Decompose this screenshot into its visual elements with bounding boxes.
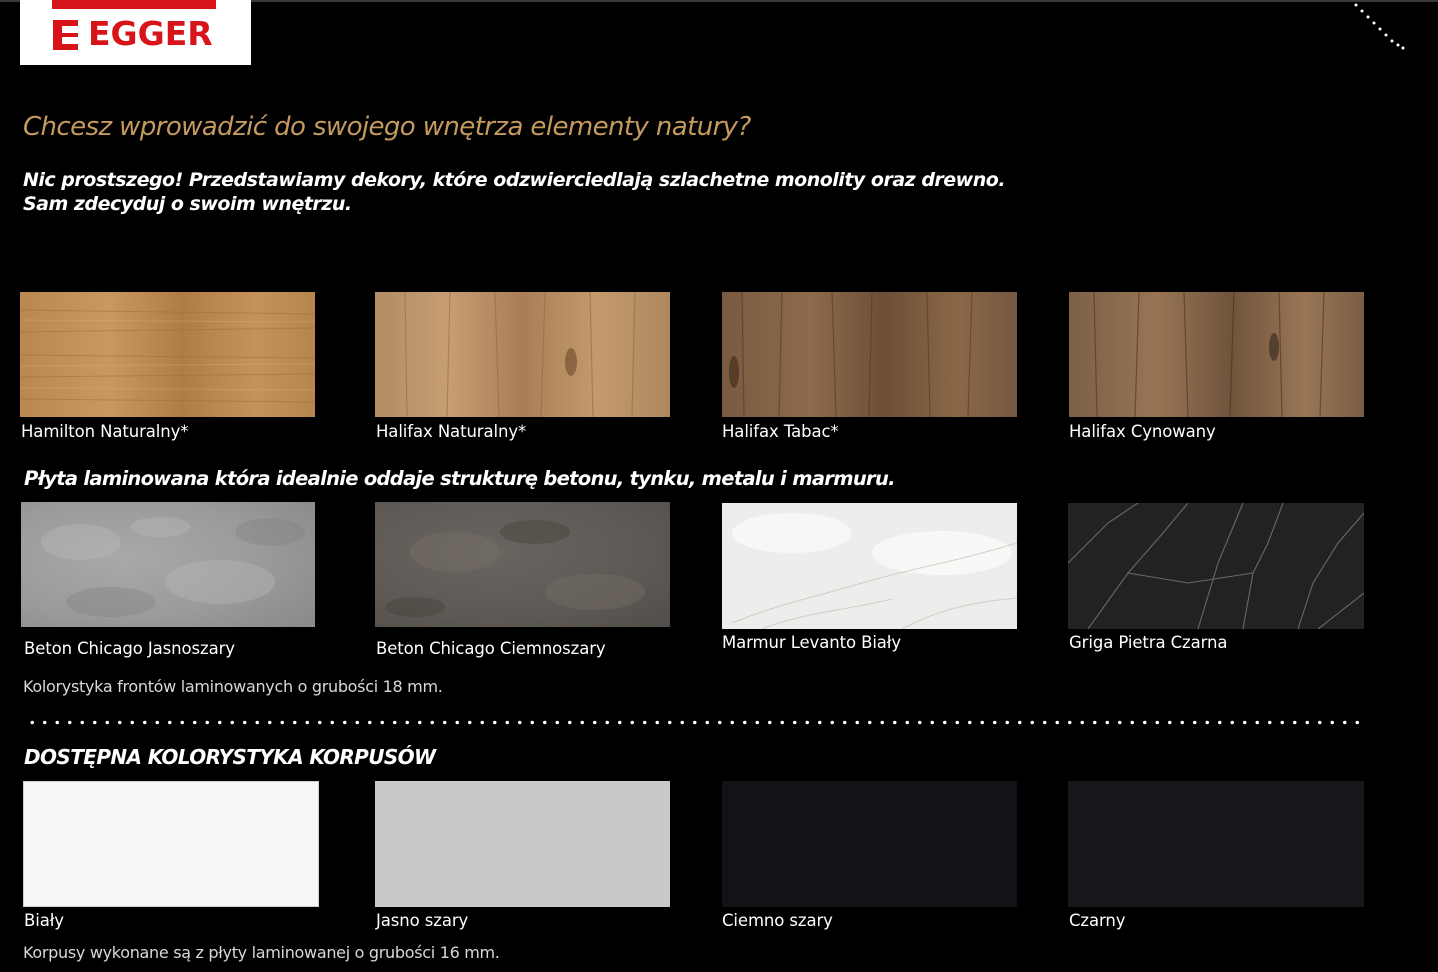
page-headline: Chcesz wprowadzić do swojego wnętrza ele…	[23, 112, 751, 142]
korpus-label-4: Czarny	[1069, 911, 1126, 930]
swatch-halifax-tabac	[722, 292, 1017, 417]
intro-line-2: Sam zdecyduj o swoim wnętrzu.	[23, 193, 352, 215]
stone-label-2: Beton Chicago Ciemnoszary	[376, 639, 606, 658]
swatch-bialy	[23, 781, 319, 907]
korpus-label-3: Ciemno szary	[722, 911, 833, 930]
wood-label-2: Halifax Naturalny*	[376, 422, 527, 441]
stone-section-heading: Płyta laminowana która idealnie oddaje s…	[24, 467, 896, 490]
wood-label-4: Halifax Cynowany	[1069, 422, 1216, 441]
korpus-label-2: Jasno szary	[376, 911, 469, 930]
wood-label-3: Halifax Tabac*	[722, 422, 839, 441]
korpus-section-heading: DOSTĘPNA KOLORYSTYKA KORPUSÓW	[24, 745, 436, 769]
intro-line-1: Nic prostszego! Przedstawiamy dekory, kt…	[23, 169, 1006, 191]
corner-dotted-line-icon	[1354, 3, 1405, 50]
swatch-beton-chicago-jasnoszary	[21, 502, 315, 627]
stone-label-1: Beton Chicago Jasnoszary	[24, 639, 235, 658]
logo-wordmark: EGGER	[88, 14, 213, 53]
korpus-label-1: Biały	[24, 911, 64, 930]
egger-logo: EGGER	[20, 0, 251, 65]
wood-label-1: Hamilton Naturalny*	[21, 422, 189, 441]
swatch-jasno-szary	[375, 781, 670, 907]
swatch-marmur-levanto-bialy	[722, 503, 1017, 629]
stone-label-4: Griga Pietra Czarna	[1069, 633, 1228, 652]
korpus-thickness-note: Korpusy wykonane są z płyty laminowanej …	[23, 943, 500, 962]
logo-e-mark	[53, 20, 78, 50]
swatch-hamilton-naturalny	[20, 292, 315, 417]
logo-red-bar	[52, 0, 216, 9]
dotted-divider	[26, 720, 1364, 725]
swatch-ciemno-szary	[722, 781, 1017, 907]
fronts-thickness-note: Kolorystyka frontów laminowanych o grubo…	[23, 677, 443, 696]
swatch-griga-pietra-czarna	[1068, 503, 1364, 629]
swatch-beton-chicago-ciemnoszary	[375, 502, 670, 627]
swatch-halifax-cynowany	[1069, 292, 1364, 417]
swatch-halifax-naturalny	[375, 292, 670, 417]
intro-text: Nic prostszego! Przedstawiamy dekory, kt…	[23, 168, 1006, 216]
swatch-czarny	[1068, 781, 1364, 907]
stone-label-3: Marmur Levanto Biały	[722, 633, 902, 652]
